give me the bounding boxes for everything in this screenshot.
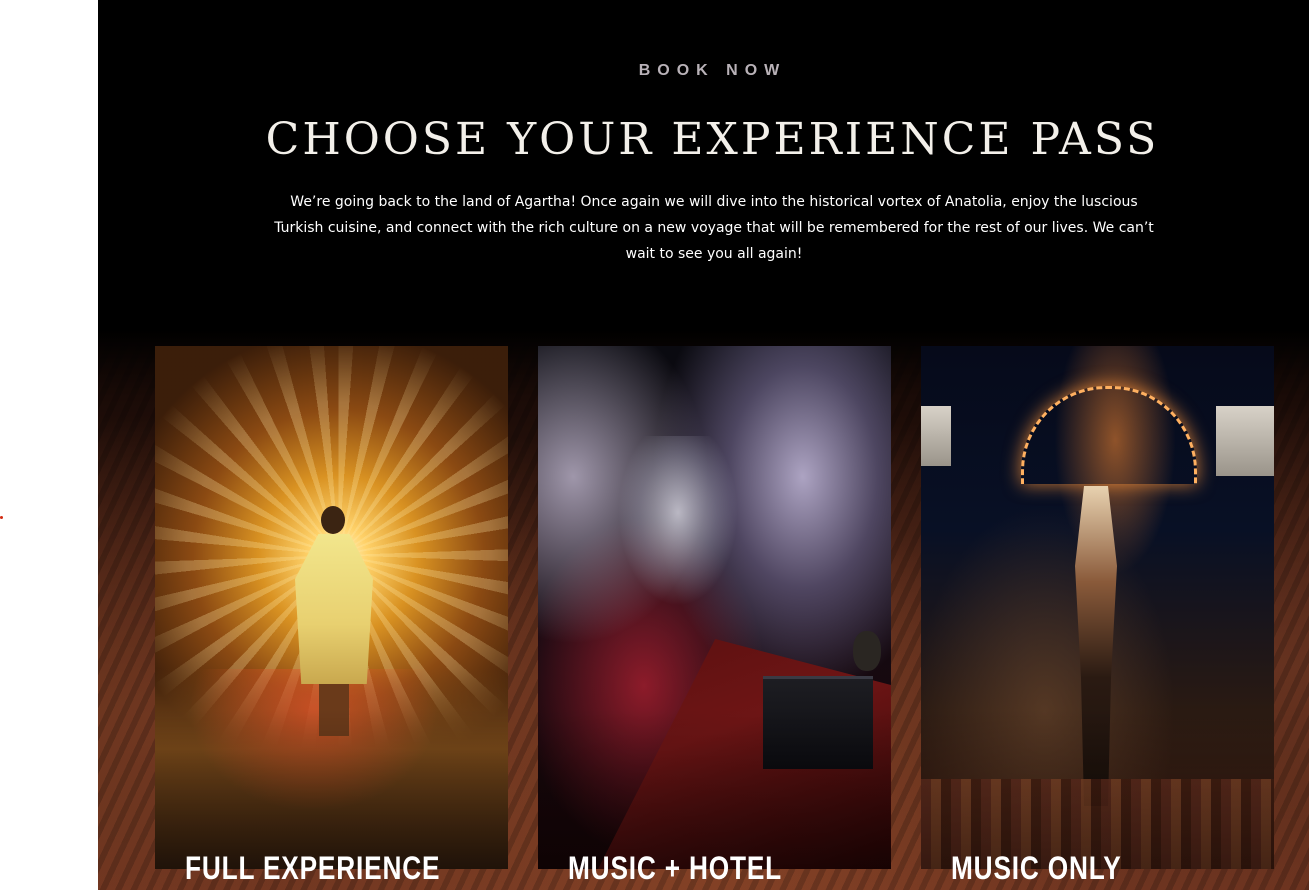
experience-pass-section: BOOK NOW CHOOSE YOUR EXPERIENCE PASS We’…: [98, 0, 1309, 890]
book-now-eyebrow: BOOK NOW: [638, 62, 787, 79]
robed-figure: [295, 506, 373, 736]
accent-dot: [0, 516, 3, 519]
card-shade: [155, 709, 508, 869]
card-shade: [921, 709, 1274, 869]
speaker-left: [921, 406, 951, 466]
pass-card-full-experience[interactable]: [155, 346, 508, 869]
left-margin: [0, 0, 98, 890]
pass-card-music-only[interactable]: [921, 346, 1274, 869]
pass-title-music-hotel[interactable]: MUSIC + HOTEL: [568, 850, 782, 886]
illuminated-tree: [618, 436, 738, 606]
card-shade: [538, 709, 891, 869]
pass-card-music-hotel[interactable]: [538, 346, 891, 869]
pass-title-music-only[interactable]: MUSIC ONLY: [951, 850, 1122, 886]
pass-title-full-experience[interactable]: FULL EXPERIENCE: [185, 850, 440, 886]
section-intro: We’re going back to the land of Agartha!…: [274, 194, 1154, 262]
section-heading: CHOOSE YOUR EXPERIENCE PASS: [265, 114, 1160, 165]
fire-headdress: [1021, 386, 1197, 484]
speaker-right: [1216, 406, 1274, 476]
dj-figure: [853, 631, 881, 671]
